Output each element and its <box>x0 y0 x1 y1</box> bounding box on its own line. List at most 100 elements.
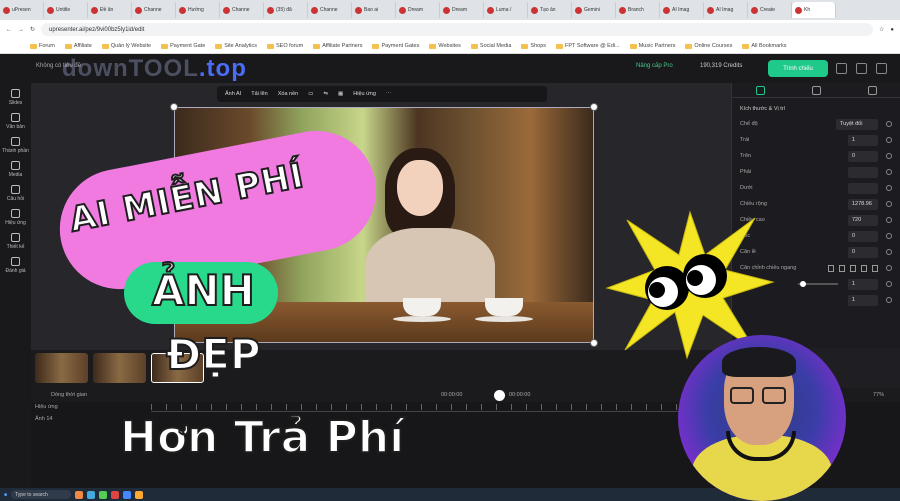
browser-tab[interactable]: Đề ăn <box>88 2 132 18</box>
bookmark-item[interactable]: Quản lý Website <box>101 43 151 49</box>
browser-tab[interactable]: Bao ai <box>352 2 396 18</box>
bookmark-item[interactable]: Payment Gate <box>161 43 205 49</box>
property-input[interactable]: 0 <box>848 230 878 242</box>
sidebar-item[interactable]: Thiết kế <box>7 233 24 250</box>
tab-design-icon[interactable] <box>755 85 765 95</box>
browser-tab[interactable]: AI Imag <box>704 2 748 18</box>
upload-button[interactable]: Tải lên <box>251 91 268 97</box>
link-icon[interactable] <box>886 153 892 159</box>
bookmark-item[interactable]: Forum <box>30 43 55 49</box>
app-icon[interactable] <box>87 490 96 499</box>
start-icon[interactable]: ■ <box>4 492 7 498</box>
resize-handle[interactable] <box>590 339 598 347</box>
bookmark-item[interactable]: Online Courses <box>685 43 732 49</box>
browser-tab[interactable]: uPresen <box>0 2 44 18</box>
property-input[interactable]: 1 <box>848 278 878 290</box>
browser-tab[interactable]: Kh <box>792 2 836 18</box>
back-icon[interactable]: ← <box>6 27 12 33</box>
align-icon[interactable] <box>828 264 834 272</box>
remove-bg-button[interactable]: Xóa nền <box>278 91 299 97</box>
sidebar-item[interactable]: Câu hỏi <box>7 185 24 202</box>
browser-tab[interactable]: Hướng <box>176 2 220 18</box>
browser-tab[interactable]: AI Imag <box>660 2 704 18</box>
bookmark-item[interactable]: All Bookmarks <box>742 43 786 49</box>
link-icon[interactable] <box>886 265 892 271</box>
timeline-label[interactable]: Dòng thời gian <box>51 392 87 398</box>
link-icon[interactable] <box>886 233 892 239</box>
sidebar-item[interactable]: Văn bản <box>6 113 25 130</box>
mode-select[interactable]: Tuyệt đối <box>836 118 878 130</box>
flip-icon[interactable]: ⇋ <box>323 91 328 97</box>
property-input[interactable]: 0 <box>848 150 878 162</box>
property-input[interactable] <box>848 182 878 194</box>
upgrade-pro-link[interactable]: Nâng cấp Pro <box>636 63 673 69</box>
more-dots-icon[interactable]: ⋯ <box>386 91 392 97</box>
bookmark-item[interactable]: Social Media <box>470 43 511 49</box>
grid-icon[interactable]: ▦ <box>338 91 343 97</box>
link-icon[interactable] <box>886 249 892 255</box>
browser-tab[interactable]: Dream <box>396 2 440 18</box>
property-input[interactable]: 0 <box>848 246 878 258</box>
property-input[interactable]: 1 <box>848 134 878 146</box>
browser-tab[interactable]: Create <box>748 2 792 18</box>
property-input[interactable]: 1 <box>848 294 878 306</box>
bookmark-item[interactable]: Shops <box>521 43 546 49</box>
align-icon[interactable] <box>872 264 878 272</box>
bookmark-item[interactable]: Music Partners <box>629 43 675 49</box>
link-icon[interactable] <box>886 281 892 287</box>
zoom-slider[interactable] <box>798 281 838 287</box>
bookmark-item[interactable]: FPT Software @ Edi... <box>556 43 620 49</box>
property-input[interactable] <box>848 166 878 178</box>
sidebar-item[interactable]: Hiệu ứng <box>5 209 26 226</box>
sidebar-item[interactable]: Slides <box>9 89 22 106</box>
sidebar-item[interactable]: Đánh giá <box>5 257 26 274</box>
effects-button[interactable]: Hiệu ứng <box>353 91 376 97</box>
browser-tab[interactable]: Tạo ản <box>528 2 572 18</box>
browser-tab[interactable]: Channe <box>132 2 176 18</box>
bookmark-item[interactable]: Affiliate <box>64 43 92 49</box>
browser-tab[interactable]: Branch <box>616 2 660 18</box>
browser-tab[interactable]: Dream <box>440 2 484 18</box>
share-icon[interactable] <box>856 63 867 74</box>
reload-icon[interactable]: ↻ <box>30 26 35 33</box>
slide-thumbnail[interactable] <box>93 353 146 383</box>
timeline-ruler[interactable] <box>151 404 752 412</box>
align-icon[interactable] <box>850 264 856 272</box>
crop-icon[interactable]: ▭ <box>308 91 313 97</box>
property-input[interactable]: 1278.96 <box>848 198 878 210</box>
star-icon[interactable]: ☆ <box>879 26 884 33</box>
taskbar-search[interactable]: Type to search <box>11 490 72 499</box>
app-icon[interactable] <box>75 490 84 499</box>
resize-handle[interactable] <box>590 103 598 111</box>
present-button[interactable]: Trình chiếu <box>768 60 828 77</box>
browser-tab[interactable]: Gemini <box>572 2 616 18</box>
play-button[interactable] <box>494 390 505 401</box>
browser-tab[interactable]: Channe <box>308 2 352 18</box>
bookmark-item[interactable]: SEO forum <box>266 43 303 49</box>
lock-icon[interactable] <box>836 63 847 74</box>
browser-tab[interactable]: Channe <box>220 2 264 18</box>
url-field[interactable]: upresenter.ai/pez/9vi00bz5ly1id/edit <box>41 23 873 36</box>
profile-icon[interactable]: ● <box>890 27 894 33</box>
link-icon[interactable] <box>886 217 892 223</box>
sidebar-item[interactable]: Thành phần <box>2 137 29 154</box>
app-icon[interactable] <box>135 490 144 499</box>
sidebar-item[interactable]: Media <box>9 161 22 178</box>
property-input[interactable]: 720 <box>848 214 878 226</box>
resize-handle[interactable] <box>170 103 178 111</box>
align-icon[interactable] <box>861 264 867 272</box>
browser-tab[interactable]: Untitle <box>44 2 88 18</box>
align-icon[interactable] <box>839 264 845 272</box>
link-icon[interactable] <box>886 201 892 207</box>
bookmark-item[interactable]: Site Analytics <box>215 43 257 49</box>
ai-image-button[interactable]: Ảnh AI <box>225 91 241 97</box>
tab-notes-icon[interactable] <box>867 85 877 95</box>
zoom-level[interactable]: 77% <box>873 392 884 398</box>
browser-tab[interactable]: (35) đã <box>264 2 308 18</box>
app-icon[interactable] <box>99 490 108 499</box>
align-buttons[interactable] <box>828 264 878 272</box>
app-icon[interactable] <box>123 490 132 499</box>
bookmark-item[interactable]: Payment Gates <box>372 43 419 49</box>
slide-thumbnail[interactable] <box>35 353 88 383</box>
app-icon[interactable] <box>111 490 120 499</box>
